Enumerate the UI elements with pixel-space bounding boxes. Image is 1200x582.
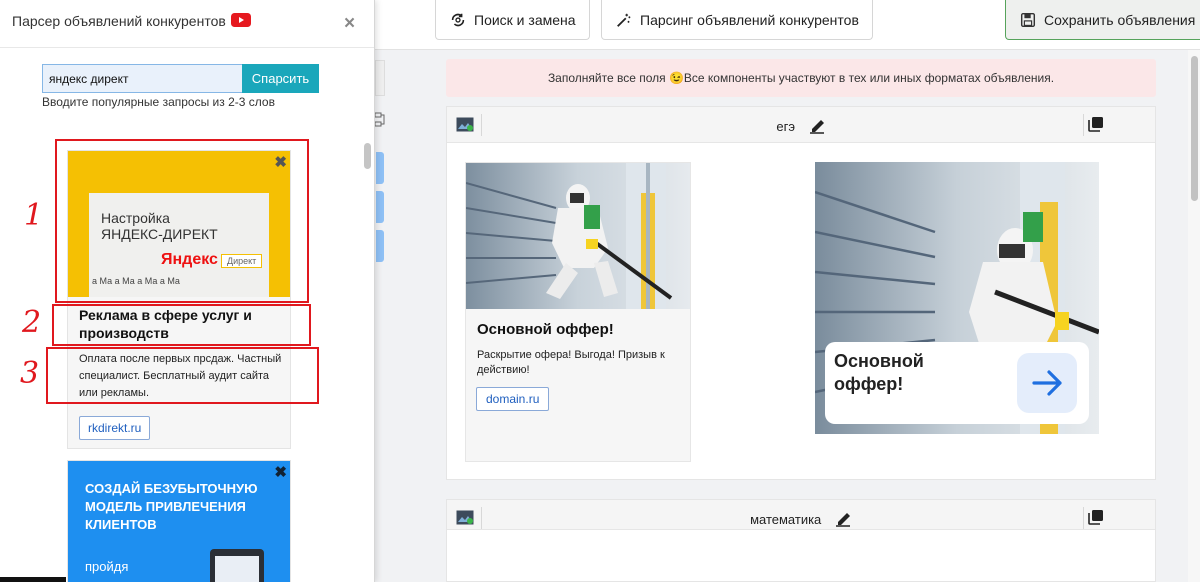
window-corner: [0, 577, 66, 582]
ad-domain-link[interactable]: domain.ru: [476, 387, 550, 411]
parse-ads-label: Парсинг объявлений конкурентов: [640, 11, 859, 28]
card-title: математика: [447, 510, 1155, 528]
ad-banner-blue: СОЗДАЙ БЕЗУБЫТОЧНУЮ МОДЕЛЬ ПРИВЛЕЧЕНИЯ К…: [68, 461, 290, 582]
annotation-box-2: [52, 304, 311, 346]
main-scrollbar-thumb[interactable]: [1191, 56, 1198, 201]
edit-icon[interactable]: [808, 117, 826, 135]
phone-illustration: [210, 549, 264, 582]
annotation-box-1: [55, 139, 309, 303]
ad-preview-image-banner: Основной оффер!: [815, 162, 1099, 434]
ad-offer-headline: Основной оффер!: [834, 351, 924, 394]
arrow-right-icon: [1032, 370, 1062, 396]
save-ads-label: Сохранить объявления: [1044, 11, 1196, 28]
competitor-ad-domain[interactable]: rkdirekt.ru: [79, 416, 151, 440]
card-header: егэ: [447, 107, 1155, 143]
header-divider: [1083, 507, 1084, 529]
copy-icon[interactable]: [1088, 116, 1104, 132]
sitemap-icon[interactable]: [375, 112, 385, 128]
header-divider: [1083, 114, 1084, 136]
ad-photo: [466, 163, 690, 309]
edit-icon[interactable]: [834, 510, 852, 528]
annotation-number-1: 1: [24, 198, 44, 233]
search-replace-button[interactable]: Поиск и замена: [435, 0, 590, 40]
sidebar-tab[interactable]: [376, 230, 384, 262]
card-title: егэ: [447, 117, 1155, 135]
competitor-parser-panel: Парсер объявлений конкурентов × Спарсить…: [0, 0, 375, 582]
ad-group-card: математика: [446, 499, 1156, 582]
competitor-ad-card: СОЗДАЙ БЕЗУБЫТОЧНУЮ МОДЕЛЬ ПРИВЛЕЧЕНИЯ К…: [67, 460, 291, 582]
panel-title: Парсер объявлений конкурентов: [12, 13, 226, 29]
annotation-number-2: 2: [22, 305, 42, 340]
banner-headline: СОЗДАЙ БЕЗУБЫТОЧНУЮ МОДЕЛЬ ПРИВЛЕЧЕНИЯ К…: [85, 481, 258, 532]
dismiss-ad-icon[interactable]: ✖: [274, 463, 287, 481]
card-header: математика: [447, 500, 1155, 530]
arrow-button[interactable]: [1017, 353, 1077, 413]
search-input[interactable]: [42, 64, 243, 93]
card-title-text: математика: [750, 512, 822, 527]
parse-ads-button[interactable]: Парсинг объявлений конкурентов: [601, 0, 873, 40]
sidebar-tab[interactable]: [376, 191, 384, 223]
ad-preview-text-image: Основной оффер! Раскрытие офера! Выгода!…: [465, 162, 691, 462]
card-title-text: егэ: [776, 119, 795, 134]
annotation-box-3: [46, 347, 319, 404]
close-icon[interactable]: ×: [344, 13, 355, 35]
ad-offer-bubble: Основной оффер!: [825, 342, 1089, 424]
panel-scrollbar-thumb[interactable]: [364, 143, 371, 169]
copy-icon[interactable]: [1088, 509, 1104, 525]
banner-subtext: пройдя: [85, 559, 129, 574]
save-ads-button[interactable]: Сохранить объявления: [1005, 0, 1200, 40]
sidebar-tab[interactable]: [376, 152, 384, 184]
panel-header: Парсер объявлений конкурентов ×: [0, 0, 374, 48]
magic-wand-icon: [617, 13, 631, 27]
notice-banner: Заполняйте все поля 😉Все компоненты учас…: [446, 59, 1156, 97]
annotation-number-3: 3: [20, 356, 40, 391]
collapsed-tab[interactable]: [375, 60, 385, 96]
refresh-search-icon: [451, 13, 465, 26]
search-replace-label: Поиск и замена: [474, 11, 576, 28]
ad-group-card: егэ Основной оффер! Раскрытие офера! Выг…: [446, 106, 1156, 480]
youtube-icon[interactable]: [231, 13, 251, 27]
ad-headline: Основной оффер!: [477, 321, 614, 338]
search-hint: Вводите популярные запросы из 2-3 слов: [42, 95, 275, 109]
ad-description: Раскрытие офера! Выгода! Призыв к действ…: [477, 349, 665, 376]
floppy-disk-icon: [1020, 12, 1036, 27]
parse-button[interactable]: Спарсить: [242, 64, 319, 93]
